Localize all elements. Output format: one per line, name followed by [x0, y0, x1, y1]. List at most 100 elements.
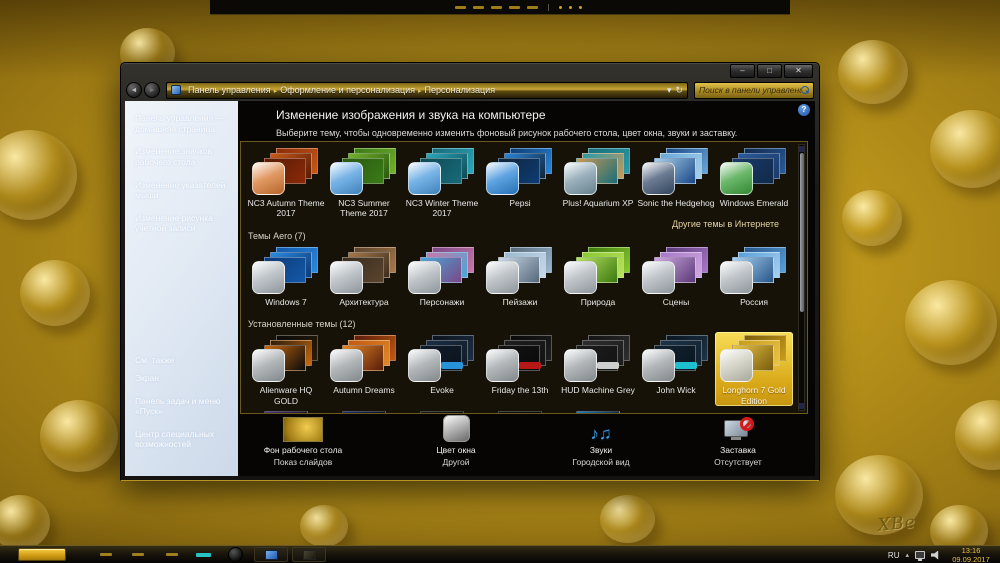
- theme-tile[interactable]: Windows Emerald: [715, 145, 793, 218]
- theme-tile[interactable]: Персонажи: [403, 244, 481, 317]
- address-bar[interactable]: Панель управления ▸ Оформление и персонали…: [166, 81, 688, 99]
- hidden-icons-arrow[interactable]: ▴: [905, 551, 909, 559]
- start-button[interactable]: [18, 548, 66, 561]
- sidebar-item[interactable]: Изменение значков рабочего стола: [135, 146, 230, 167]
- theme-thumbnail: [325, 334, 403, 384]
- wallpaper-droplet: [930, 110, 1000, 188]
- wallpaper-droplet: [600, 495, 655, 543]
- footer-item-desktop-background[interactable]: Фон рабочего стола Показ слайдов: [233, 412, 373, 469]
- sidebar-item[interactable]: Центр специальных возможностей: [135, 429, 230, 450]
- theme-settings-footer: Фон рабочего стола Показ слайдов Цвет окна…: [238, 412, 815, 472]
- theme-tile[interactable]: John Wick: [637, 332, 715, 405]
- chevron-down-icon[interactable]: ▾: [667, 85, 672, 96]
- breadcrumb-item[interactable]: Оформление и персонализация: [277, 85, 418, 95]
- close-button[interactable]: ✕: [784, 64, 813, 78]
- sidebar-item[interactable]: Изменение указателей мыши: [135, 180, 230, 201]
- online-themes-link[interactable]: Другие темы в Интернете: [247, 219, 779, 229]
- theme-tile[interactable]: Windows 7: [247, 244, 325, 317]
- tray-time: 13:16: [961, 545, 981, 555]
- footer-item-title: Звуки: [589, 445, 613, 455]
- theme-tile[interactable]: Plus! Aquarium XP: [559, 145, 637, 218]
- sidebar-item[interactable]: Панель задач и меню «Пуск»: [135, 396, 230, 417]
- page-title: Изменение изображения и звука на компьют…: [276, 108, 546, 122]
- language-indicator[interactable]: RU: [888, 551, 900, 560]
- glass-square-icon: [330, 162, 363, 195]
- theme-label: NC3 Summer Theme 2017: [338, 198, 390, 219]
- footer-item-value: Городской вид: [572, 457, 630, 468]
- glass-square-icon: [330, 261, 363, 295]
- gadget-bar: [210, 0, 790, 15]
- scrollbar[interactable]: [798, 144, 805, 411]
- footer-item-screensaver[interactable]: Заставка Отсутствует: [668, 412, 808, 469]
- theme-label: Природа: [580, 297, 616, 308]
- scroll-up-icon[interactable]: [799, 146, 804, 152]
- wallpaper-droplet: [20, 260, 90, 326]
- scroll-down-icon[interactable]: [799, 403, 804, 409]
- theme-tile[interactable]: NC3 Summer Theme 2017: [325, 145, 403, 218]
- theme-thumbnail: [403, 246, 481, 296]
- glass-square-icon: [408, 349, 441, 383]
- search-box[interactable]: [694, 81, 814, 99]
- control-panel-icon: [171, 85, 181, 95]
- theme-tile[interactable]: Природа: [559, 244, 637, 317]
- theme-thumbnail: [481, 246, 559, 296]
- back-button[interactable]: ◄: [126, 82, 142, 98]
- theme-tile[interactable]: Friday the 13th: [481, 332, 559, 405]
- theme-tile[interactable]: NC3 Winter Theme 2017: [403, 145, 481, 218]
- minimize-button[interactable]: –: [730, 64, 755, 78]
- theme-tile[interactable]: Autumn Dreams: [325, 332, 403, 405]
- sidebar: Панель управления — домашняя страница Изм…: [125, 101, 238, 476]
- glass-square-icon: [642, 349, 675, 383]
- glass-square-icon: [564, 162, 597, 195]
- theme-tile[interactable]: Evoke: [403, 332, 481, 405]
- sidebar-item[interactable]: Экран: [135, 373, 230, 384]
- theme-label: Longhorn 7 Gold Edition: [722, 385, 786, 406]
- theme-label: John Wick: [656, 385, 696, 396]
- network-icon[interactable]: [915, 551, 925, 561]
- footer-item-value: Показ слайдов: [273, 457, 333, 468]
- theme-thumbnail: [247, 147, 325, 197]
- sidebar-item[interactable]: Панель управления — домашняя страница: [135, 113, 230, 134]
- theme-tile[interactable]: Pepsi: [481, 145, 559, 218]
- refresh-icon[interactable]: ↻: [675, 85, 683, 96]
- theme-tile[interactable]: Alienware HQ GOLD: [247, 332, 325, 406]
- theme-tile[interactable]: Архитектура: [325, 244, 403, 317]
- quicklaunch-item[interactable]: [100, 553, 112, 556]
- theme-list: NC3 Autumn Theme 2017 NC3 Summer Theme 20…: [247, 145, 793, 413]
- maximize-button[interactable]: □: [757, 64, 782, 78]
- quicklaunch-item[interactable]: [196, 553, 211, 557]
- glass-square-icon: [486, 349, 519, 383]
- theme-thumbnail: [559, 147, 637, 197]
- wallpaper-droplet: [0, 130, 77, 220]
- clock[interactable]: 13:16 09.09.2017: [946, 546, 996, 563]
- theme-tile[interactable]: Longhorn 7 Gold Edition: [715, 332, 793, 406]
- taskbar-window-button[interactable]: [292, 547, 326, 562]
- search-input[interactable]: [699, 85, 801, 95]
- theme-panel: NC3 Autumn Theme 2017 NC3 Summer Theme 20…: [240, 141, 808, 414]
- theme-tile[interactable]: Россия: [715, 244, 793, 317]
- theme-label: Архитектура: [339, 297, 389, 308]
- scrollbar-thumb[interactable]: [800, 153, 804, 312]
- theme-tile[interactable]: NC3 Autumn Theme 2017: [247, 145, 325, 218]
- theme-tile[interactable]: Пейзажи: [481, 244, 559, 317]
- theme-tile[interactable]: HUD Machine Grey: [559, 332, 637, 405]
- help-icon[interactable]: ?: [798, 104, 810, 116]
- footer-item-window-color[interactable]: Цвет окна Другой: [386, 412, 526, 469]
- theme-tile[interactable]: Sonic the Hedgehog: [637, 145, 715, 218]
- theme-tile[interactable]: Сцены: [637, 244, 715, 317]
- breadcrumb-item[interactable]: Панель управления: [185, 85, 274, 95]
- theme-label: Windows 7: [265, 297, 307, 308]
- forward-button[interactable]: ►: [144, 82, 160, 98]
- wallpaper-droplet: [842, 190, 902, 246]
- footer-item-title: Заставка: [720, 445, 756, 455]
- footer-item-sounds[interactable]: ♪♫ Звуки Городской вид: [531, 412, 671, 469]
- desktop: XBe – □ ✕ ◄ ► Панель управления ▸ Оформлен…: [0, 0, 1000, 563]
- taskbar-orb-icon[interactable]: [228, 547, 243, 562]
- taskbar-window-button[interactable]: [254, 547, 288, 562]
- sidebar-item[interactable]: Изменение рисунка учетной записи: [135, 213, 230, 234]
- breadcrumb-item[interactable]: Персонализация: [422, 85, 499, 95]
- speaker-icon[interactable]: [931, 550, 939, 560]
- quicklaunch-item[interactable]: [132, 553, 144, 556]
- quicklaunch-item[interactable]: [166, 553, 178, 556]
- wallpaper-droplet: [955, 400, 1000, 470]
